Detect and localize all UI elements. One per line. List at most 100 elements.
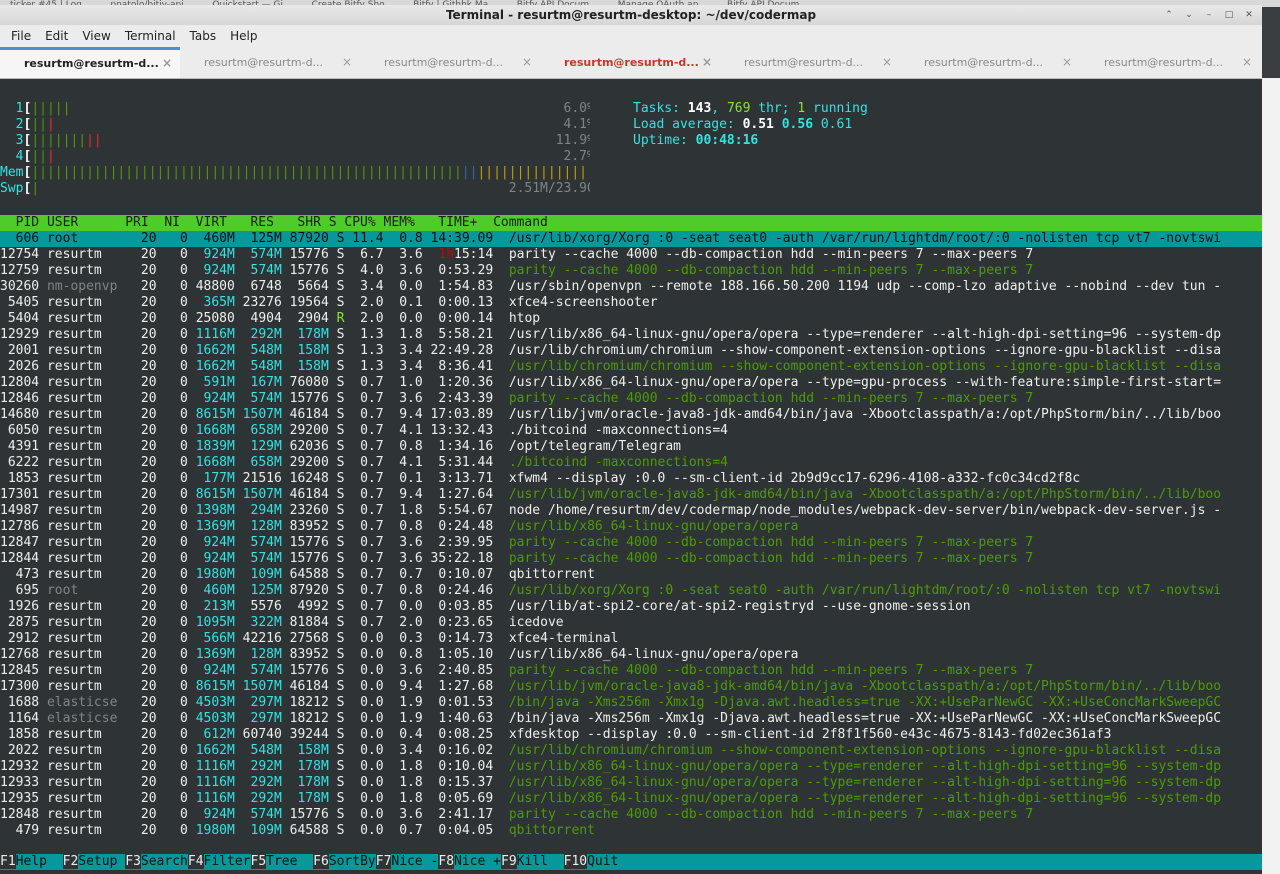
window-down-icon[interactable]: ⌄ <box>1182 8 1196 22</box>
table-row[interactable]: 2022 resurtm 20 0 1662M 548M 158M S 0.0 … <box>0 743 1262 759</box>
close-icon[interactable]: × <box>1242 47 1252 78</box>
terminal-tab-2[interactable]: resurtm@resurtm-d... × <box>180 47 360 78</box>
table-row[interactable]: 12759 resurtm 20 0 924M 574M 15776 S 4.0… <box>0 263 1262 279</box>
fkey-label: Search <box>140 854 188 869</box>
table-row[interactable]: 2001 resurtm 20 0 1662M 548M 158M S 1.3 … <box>0 343 1262 359</box>
htop-screen[interactable]: 1[||||| 6.0%] 2[||| 4.1%] 3[||||||||| <box>0 84 1262 874</box>
table-row[interactable]: 473 resurtm 20 0 1980M 109M 64588 S 0.7 … <box>0 567 1262 583</box>
table-row[interactable]: 17300 resurtm 20 0 8615M 1507M 46184 S 0… <box>0 679 1262 695</box>
cell-time: 3:13.71 <box>422 471 494 486</box>
window-maximize-icon[interactable]: □ <box>1222 8 1236 22</box>
close-icon[interactable]: × <box>882 47 892 78</box>
cell-time: 2:39.95 <box>422 535 494 550</box>
table-row[interactable]: 1926 resurtm 20 0 213M 5576 4992 S 0.7 0… <box>0 599 1262 615</box>
table-row[interactable]: 2026 resurtm 20 0 1662M 548M 158M S 1.3 … <box>0 359 1262 375</box>
terminal-tab-3[interactable]: resurtm@resurtm-d... × <box>360 47 540 78</box>
window-up-icon[interactable]: ⌃ <box>1162 8 1176 22</box>
table-row[interactable]: 5405 resurtm 20 0 365M 23276 19564 S 2.0… <box>0 295 1262 311</box>
menu-view[interactable]: View <box>75 29 117 43</box>
fkey-f10[interactable]: F10Quit <box>563 854 634 869</box>
fkey-f4[interactable]: F4Filter <box>187 854 251 869</box>
table-row[interactable]: 12845 resurtm 20 0 924M 574M 15776 S 0.0… <box>0 663 1262 679</box>
table-row[interactable]: 4391 resurtm 20 0 1839M 129M 62036 S 0.7… <box>0 439 1262 455</box>
table-row[interactable]: 12846 resurtm 20 0 924M 574M 15776 S 0.7… <box>0 391 1262 407</box>
table-row[interactable]: 12929 resurtm 20 0 1116M 292M 178M S 1.3… <box>0 327 1262 343</box>
table-row[interactable]: 14680 resurtm 20 0 8615M 1507M 46184 S 0… <box>0 407 1262 423</box>
table-row[interactable]: 6050 resurtm 20 0 1668M 658M 29200 S 0.7… <box>0 423 1262 439</box>
table-row[interactable]: 12848 resurtm 20 0 924M 574M 15776 S 0.0… <box>0 807 1262 823</box>
terminal-tab-5[interactable]: resurtm@resurtm-d... × <box>720 47 900 78</box>
cell-pri: 20 <box>117 247 157 262</box>
menu-terminal[interactable]: Terminal <box>118 29 183 43</box>
cell-virt: 924M <box>187 807 235 822</box>
window-close-icon[interactable]: ✕ <box>1242 8 1256 22</box>
table-row[interactable]: 606 root 20 0 460M 125M 87920 S 11.4 0.8… <box>0 231 1262 247</box>
fkey-f2[interactable]: F2Setup <box>62 854 126 869</box>
table-row[interactable]: 30260 nm-openvp 20 0 48800 6748 5664 S 3… <box>0 279 1262 295</box>
menu-edit[interactable]: Edit <box>38 29 75 43</box>
terminal-tab-4[interactable]: resurtm@resurtm-d... × <box>540 47 720 78</box>
cell-pri: 20 <box>117 695 157 710</box>
cell-res: 292M <box>234 759 282 774</box>
cell-shr: 23260 <box>281 503 329 518</box>
cell-ni: 0 <box>156 375 188 390</box>
menu-help[interactable]: Help <box>223 29 264 43</box>
cell-pri: 20 <box>117 391 157 406</box>
fkey-f9[interactable]: F9Kill <box>501 854 564 869</box>
terminal-tab-1[interactable]: resurtm@resurtm-d... × <box>0 47 180 78</box>
fkey-f1[interactable]: F1Help <box>0 854 63 869</box>
table-row[interactable]: 2912 resurtm 20 0 566M 42216 27568 S 0.0… <box>0 631 1262 647</box>
close-icon[interactable]: × <box>162 50 172 77</box>
cell-cpu: 0.7 <box>344 503 384 518</box>
window-minimize-icon[interactable]: – <box>1202 8 1216 22</box>
cell-pri: 20 <box>117 599 157 614</box>
fkey-f6[interactable]: F6SortBy <box>313 854 376 869</box>
table-row[interactable]: 12768 resurtm 20 0 1369M 128M 83952 S 0.… <box>0 647 1262 663</box>
table-row[interactable]: 1858 resurtm 20 0 612M 60740 39244 S 0.0… <box>0 727 1262 743</box>
table-row[interactable]: 6222 resurtm 20 0 1668M 658M 29200 S 0.7… <box>0 455 1262 471</box>
cell-cpu: 0.7 <box>344 423 384 438</box>
close-icon[interactable]: × <box>342 47 352 78</box>
table-row[interactable]: 2875 resurtm 20 0 1095M 322M 81884 S 0.7… <box>0 615 1262 631</box>
process-table-header[interactable]: PID USER PRI NI VIRT RES SHR S CPU% MEM%… <box>0 215 1262 231</box>
cell-state: S <box>328 695 345 710</box>
threads-label: thr; <box>758 101 790 116</box>
table-row[interactable]: 12786 resurtm 20 0 1369M 128M 83952 S 0.… <box>0 519 1262 535</box>
table-row[interactable]: 12844 resurtm 20 0 924M 574M 15776 S 0.7… <box>0 551 1262 567</box>
cell-ni: 0 <box>156 503 188 518</box>
table-row[interactable]: 1164 elasticse 20 0 4503M 297M 18212 S 0… <box>0 711 1262 727</box>
close-icon[interactable]: × <box>1062 47 1072 78</box>
table-row[interactable]: 479 resurtm 20 0 1980M 109M 64588 S 0.0 … <box>0 823 1262 839</box>
cell-virt: 924M <box>187 663 235 678</box>
menu-file[interactable]: File <box>4 29 38 43</box>
table-row[interactable]: 1688 elasticse 20 0 4503M 297M 18212 S 0… <box>0 695 1262 711</box>
terminal-tab-7[interactable]: resurtm@resurtm-d... × <box>1080 47 1260 78</box>
fkey-f3[interactable]: F3Search <box>125 854 188 869</box>
meter-bar-secondary: || <box>86 133 102 148</box>
tab-label: resurtm@resurtm-d... <box>384 56 504 69</box>
table-row[interactable]: 12935 resurtm 20 0 1116M 292M 178M S 0.0… <box>0 791 1262 807</box>
table-row[interactable]: 17301 resurtm 20 0 8615M 1507M 46184 S 0… <box>0 487 1262 503</box>
close-icon[interactable]: × <box>702 47 712 78</box>
table-row[interactable]: 12932 resurtm 20 0 1116M 292M 178M S 0.0… <box>0 759 1262 775</box>
table-row[interactable]: 14987 resurtm 20 0 1398M 294M 23260 S 0.… <box>0 503 1262 519</box>
cell-virt: 8615M <box>187 487 235 502</box>
fkey-f8[interactable]: F8Nice + <box>438 854 501 869</box>
fkey-f7[interactable]: F7Nice - <box>375 854 438 869</box>
cell-time: 0:24.48 <box>422 519 494 534</box>
fkey-f5[interactable]: F5Tree <box>250 854 314 869</box>
close-icon[interactable]: × <box>522 47 532 78</box>
table-row[interactable]: 12804 resurtm 20 0 591M 167M 76080 S 0.7… <box>0 375 1262 391</box>
table-row[interactable]: 1853 resurtm 20 0 177M 21516 16248 S 0.7… <box>0 471 1262 487</box>
title-bar[interactable]: Terminal - resurtm@resurtm-desktop: ~/de… <box>0 5 1262 25</box>
table-row[interactable]: 12754 resurtm 20 0 924M 574M 15776 S 6.7… <box>0 247 1262 263</box>
terminal-tab-6[interactable]: resurtm@resurtm-d... × <box>900 47 1080 78</box>
table-row[interactable]: 5404 resurtm 20 0 25080 4904 2904 R 2.0 … <box>0 311 1262 327</box>
table-row[interactable]: 12933 resurtm 20 0 1116M 292M 178M S 0.0… <box>0 775 1262 791</box>
cell-cpu: 0.7 <box>344 375 384 390</box>
cell-user: resurtm <box>46 679 118 694</box>
cell-pid: 1858 <box>0 727 47 742</box>
menu-tabs[interactable]: Tabs <box>183 29 224 43</box>
table-row[interactable]: 12847 resurtm 20 0 924M 574M 15776 S 0.7… <box>0 535 1262 551</box>
table-row[interactable]: 695 root 20 0 460M 125M 87920 S 0.7 0.8 … <box>0 583 1262 599</box>
